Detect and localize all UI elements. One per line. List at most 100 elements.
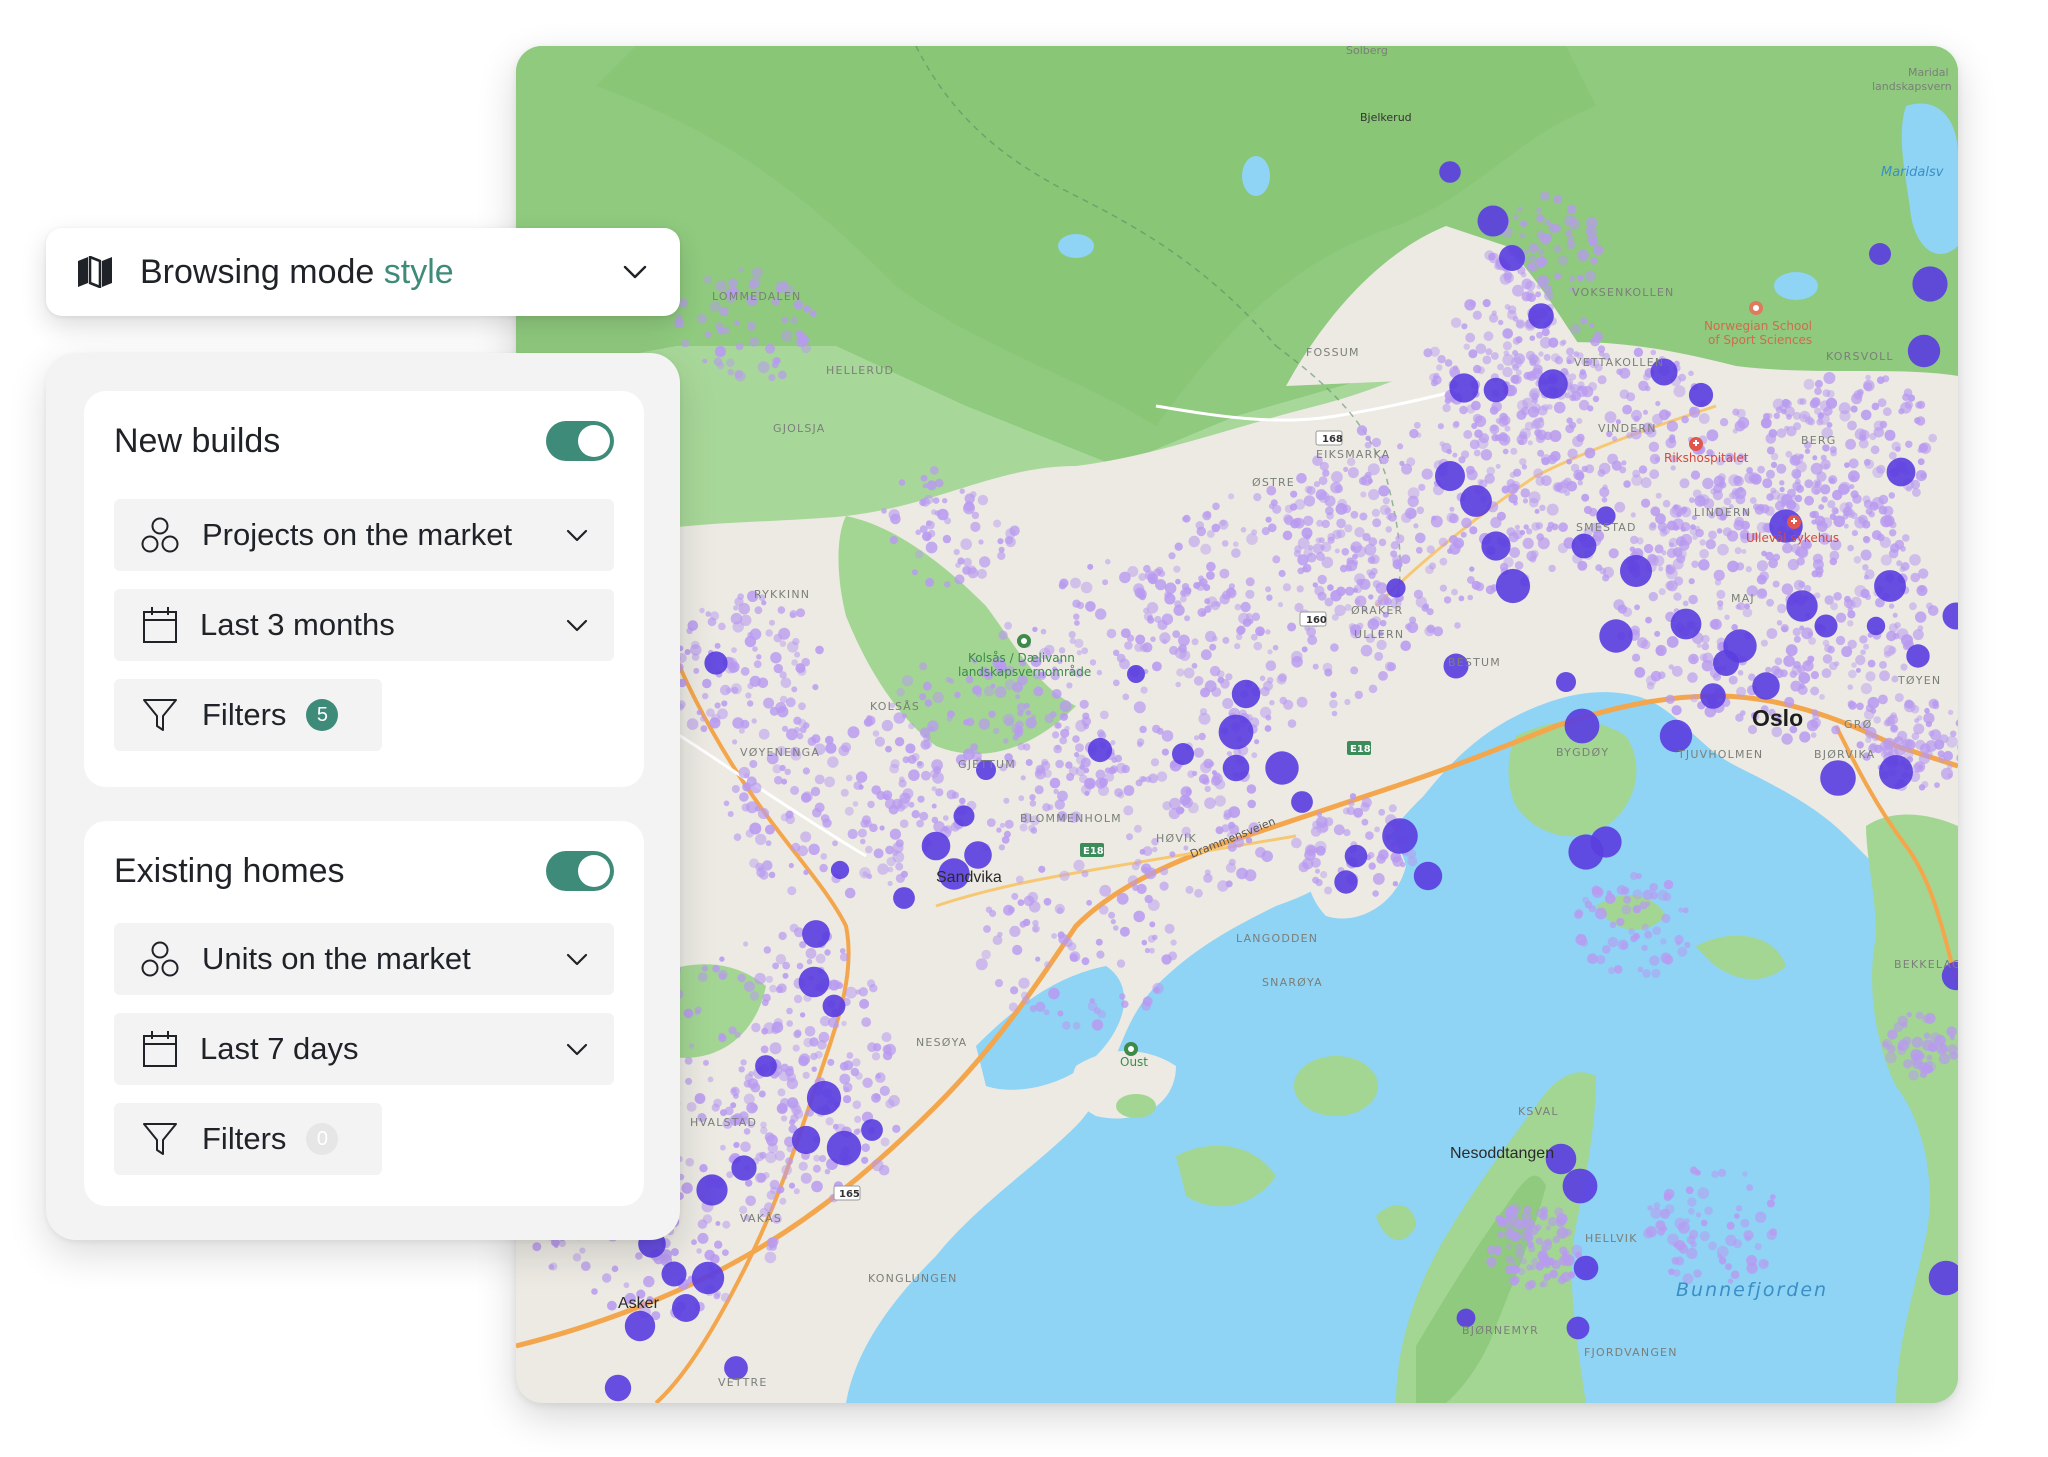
existing-home-marker: [1843, 523, 1849, 529]
new-build-marker[interactable]: [1382, 818, 1418, 854]
existing-home-marker: [785, 1157, 793, 1166]
existing-home-marker: [1829, 550, 1840, 561]
existing-home-marker: [874, 1093, 881, 1100]
new-build-marker[interactable]: [1820, 760, 1856, 796]
new-build-marker[interactable]: [1713, 650, 1739, 676]
new-build-marker[interactable]: [1291, 791, 1313, 813]
new-builds-toggle[interactable]: [546, 421, 614, 461]
existing-home-marker: [1358, 476, 1368, 486]
new-build-marker[interactable]: [1866, 616, 1886, 636]
new-builds-filters-button[interactable]: Filters 5: [114, 679, 382, 751]
new-build-marker[interactable]: [1670, 608, 1702, 640]
existing-home-marker: [1691, 560, 1699, 568]
map-canvas[interactable]: 168 160 E18 E18 165 Solberg Bjelkerud Ma…: [516, 46, 1958, 1403]
new-build-marker[interactable]: [822, 994, 846, 1018]
existing-home-marker: [1212, 502, 1220, 511]
new-build-marker[interactable]: [1907, 334, 1941, 368]
new-build-marker[interactable]: [1786, 590, 1818, 622]
new-build-marker[interactable]: [1528, 303, 1554, 329]
existing-home-marker: [814, 774, 825, 785]
new-build-marker[interactable]: [1413, 861, 1443, 891]
new-build-marker[interactable]: [1231, 679, 1261, 709]
new-build-marker[interactable]: [1752, 672, 1780, 700]
existing-home-marker: [1361, 818, 1369, 826]
new-build-marker[interactable]: [1912, 266, 1948, 302]
new-build-marker[interactable]: [1222, 754, 1250, 782]
new-build-marker[interactable]: [1620, 555, 1652, 587]
existing-home-marker: [1673, 1242, 1679, 1248]
existing-home-marker: [933, 821, 945, 833]
new-build-marker[interactable]: [672, 1294, 700, 1322]
existing-home-marker: [1666, 420, 1678, 432]
new-builds-type-select[interactable]: Projects on the market: [114, 499, 614, 571]
new-build-marker[interactable]: [1906, 644, 1930, 668]
existing-home-marker: [1870, 445, 1880, 455]
existing-homes-type-select[interactable]: Units on the market: [114, 923, 614, 995]
new-build-marker[interactable]: [1538, 369, 1568, 399]
new-build-marker[interactable]: [1127, 665, 1145, 683]
new-build-marker[interactable]: [798, 966, 830, 998]
new-build-marker[interactable]: [755, 1055, 777, 1077]
new-build-marker[interactable]: [1477, 205, 1509, 237]
existing-home-marker: [1534, 508, 1540, 514]
new-build-marker[interactable]: [1562, 1168, 1598, 1204]
new-build-marker[interactable]: [791, 1125, 821, 1155]
new-build-marker[interactable]: [1172, 743, 1194, 765]
new-build-marker[interactable]: [893, 887, 915, 909]
new-build-marker[interactable]: [826, 1130, 862, 1166]
new-build-marker[interactable]: [1439, 161, 1461, 183]
new-build-marker[interactable]: [1571, 533, 1597, 559]
new-build-marker[interactable]: [661, 1261, 687, 1287]
new-build-marker[interactable]: [731, 1155, 757, 1181]
new-build-marker[interactable]: [696, 1174, 728, 1206]
new-build-marker[interactable]: [1700, 683, 1726, 709]
new-build-marker[interactable]: [964, 841, 992, 869]
new-build-marker[interactable]: [1814, 614, 1838, 638]
existing-home-marker: [1477, 479, 1483, 485]
new-build-marker[interactable]: [1386, 578, 1406, 598]
new-build-marker[interactable]: [1334, 870, 1358, 894]
new-build-marker[interactable]: [1688, 382, 1714, 408]
new-build-marker[interactable]: [1483, 377, 1509, 403]
existing-home-marker: [719, 306, 729, 317]
map-view[interactable]: 168 160 E18 E18 165 Solberg Bjelkerud Ma…: [516, 46, 1958, 1403]
new-build-marker[interactable]: [1886, 457, 1916, 487]
new-build-marker[interactable]: [1435, 461, 1465, 491]
new-build-marker[interactable]: [802, 920, 830, 948]
new-build-marker[interactable]: [604, 1374, 632, 1402]
new-build-marker[interactable]: [1087, 737, 1113, 763]
new-build-marker[interactable]: [1573, 1255, 1599, 1281]
new-build-marker[interactable]: [1481, 531, 1511, 561]
new-build-marker[interactable]: [1568, 834, 1604, 870]
new-build-marker[interactable]: [861, 1119, 883, 1141]
new-build-marker[interactable]: [1879, 755, 1913, 789]
new-build-marker[interactable]: [624, 1310, 656, 1342]
new-build-marker[interactable]: [806, 1080, 842, 1116]
new-build-marker[interactable]: [1218, 714, 1254, 750]
new-build-marker[interactable]: [704, 651, 728, 675]
new-build-marker[interactable]: [691, 1261, 725, 1295]
new-builds-period-select[interactable]: Last 3 months: [114, 589, 614, 661]
new-build-marker[interactable]: [1556, 672, 1576, 692]
section-existing-homes: Existing homes Units on the market Last …: [84, 821, 644, 1206]
existing-home-marker: [723, 800, 730, 807]
new-build-marker[interactable]: [1564, 708, 1600, 744]
new-build-marker[interactable]: [830, 860, 850, 880]
new-build-marker[interactable]: [1869, 243, 1891, 265]
browsing-mode-dropdown[interactable]: Browsing mode style: [46, 228, 680, 316]
existing-homes-toggle[interactable]: [546, 851, 614, 891]
new-build-marker[interactable]: [1874, 570, 1906, 602]
new-build-marker[interactable]: [1599, 619, 1633, 653]
new-build-marker[interactable]: [1495, 568, 1531, 604]
existing-homes-period-select[interactable]: Last 7 days: [114, 1013, 614, 1085]
existing-home-marker: [1821, 517, 1833, 529]
new-build-marker[interactable]: [1566, 1316, 1590, 1340]
new-build-marker[interactable]: [921, 831, 951, 861]
new-build-marker[interactable]: [953, 805, 975, 827]
new-build-marker[interactable]: [1499, 245, 1525, 271]
new-build-marker[interactable]: [1265, 751, 1299, 785]
new-build-marker[interactable]: [1344, 844, 1368, 868]
new-build-marker[interactable]: [1460, 485, 1492, 517]
new-build-marker[interactable]: [1449, 373, 1479, 403]
existing-homes-filters-button[interactable]: Filters 0: [114, 1103, 382, 1175]
